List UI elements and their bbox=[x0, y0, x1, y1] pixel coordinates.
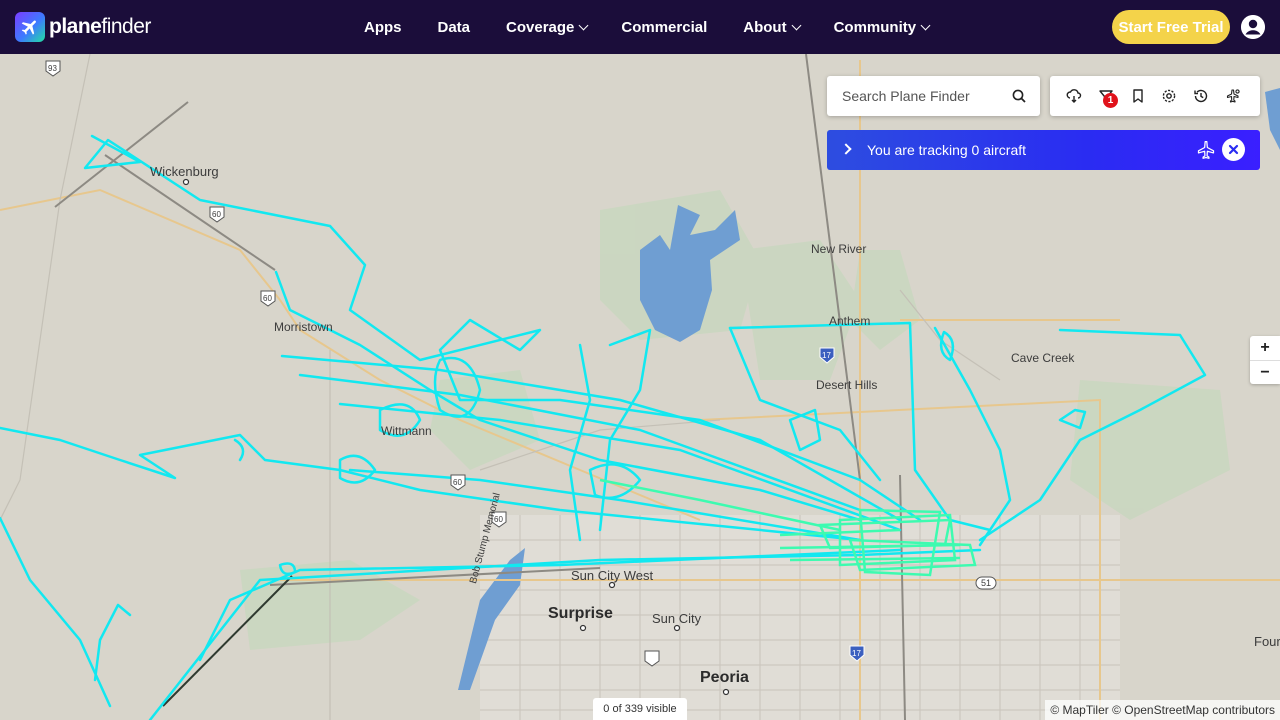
nav-apps[interactable]: Apps bbox=[364, 19, 402, 36]
brand-name: planefinder bbox=[49, 15, 151, 39]
plane-settings-icon[interactable] bbox=[1225, 88, 1241, 104]
nav-data-label: Data bbox=[437, 18, 471, 36]
route-shield-us60: 60 bbox=[453, 478, 462, 487]
brand-name-thin: finder bbox=[101, 15, 151, 38]
route-shield-us60: 60 bbox=[263, 294, 272, 303]
brand-name-bold: plane bbox=[49, 15, 102, 38]
chevron-right-icon[interactable] bbox=[840, 143, 852, 155]
place-label: Sun City West bbox=[571, 568, 654, 583]
search-box bbox=[827, 76, 1040, 116]
place-label: New River bbox=[811, 242, 867, 256]
nav-community[interactable]: Community bbox=[833, 18, 931, 36]
place-label: Sun City bbox=[652, 611, 702, 626]
plane-logo-icon bbox=[15, 12, 45, 42]
planefinder-logo[interactable]: planefinder bbox=[15, 12, 151, 42]
search-icon[interactable] bbox=[1012, 89, 1026, 108]
nav-commercial[interactable]: Commercial bbox=[621, 19, 707, 36]
nav-about[interactable]: About bbox=[743, 18, 802, 36]
route-shield-i17: 17 bbox=[822, 351, 831, 360]
map-toolbar bbox=[1050, 76, 1260, 116]
main-nav: Apps Data Coverage Commercial About Comm… bbox=[364, 0, 931, 54]
weather-icon[interactable] bbox=[1066, 88, 1082, 104]
zoom-control: + − bbox=[1250, 336, 1280, 384]
place-label: Wickenburg bbox=[150, 164, 219, 179]
nav-apps-label: Apps bbox=[364, 18, 402, 36]
filter-count-badge: 1 bbox=[1103, 93, 1118, 108]
chevron-down-icon bbox=[791, 20, 802, 30]
place-label: Morristown bbox=[274, 320, 333, 334]
chevron-down-icon bbox=[578, 20, 589, 30]
plane-icon bbox=[1196, 140, 1216, 165]
route-shield-us60: 60 bbox=[212, 210, 221, 219]
close-tracking-button[interactable] bbox=[1222, 138, 1245, 161]
tracking-status-text: You are tracking 0 aircraft bbox=[867, 142, 1027, 158]
route-shield-us93: 93 bbox=[48, 64, 57, 73]
start-free-trial-button[interactable]: Start Free Trial bbox=[1112, 10, 1230, 44]
nav-coverage-label: Coverage bbox=[506, 18, 575, 36]
close-icon bbox=[1228, 144, 1239, 155]
nav-community-label: Community bbox=[833, 18, 917, 36]
zoom-out-button[interactable]: − bbox=[1250, 360, 1280, 384]
place-label: Surprise bbox=[548, 605, 613, 622]
nav-about-label: About bbox=[743, 18, 787, 36]
bookmark-icon[interactable] bbox=[1130, 88, 1146, 104]
place-label: Cave Creek bbox=[1011, 351, 1075, 365]
place-label: Wittmann bbox=[381, 424, 432, 438]
nav-data[interactable]: Data bbox=[438, 19, 471, 36]
place-label: Anthem bbox=[829, 314, 871, 328]
settings-gear-icon[interactable] bbox=[1161, 88, 1177, 104]
map-attribution[interactable]: © MapTiler © OpenStreetMap contributors bbox=[1045, 700, 1280, 720]
place-label: Peoria bbox=[700, 669, 749, 686]
top-navigation-bar: planefinder Apps Data Coverage Commercia… bbox=[0, 0, 1280, 54]
place-label: Desert Hills bbox=[816, 378, 878, 392]
history-icon[interactable] bbox=[1193, 88, 1209, 104]
route-shield-az51: 51 bbox=[981, 578, 992, 588]
zoom-in-button[interactable]: + bbox=[1250, 336, 1280, 360]
search-input[interactable] bbox=[842, 88, 1002, 104]
visible-aircraft-count: 0 of 339 visible bbox=[593, 698, 687, 720]
nav-commercial-label: Commercial bbox=[621, 18, 708, 36]
route-shield-i17: 17 bbox=[852, 649, 861, 658]
place-label: Four bbox=[1254, 634, 1280, 649]
account-icon[interactable] bbox=[1241, 15, 1265, 39]
nav-coverage[interactable]: Coverage bbox=[506, 18, 589, 36]
tracking-panel[interactable]: You are tracking 0 aircraft bbox=[827, 130, 1260, 170]
chevron-down-icon bbox=[920, 20, 931, 30]
